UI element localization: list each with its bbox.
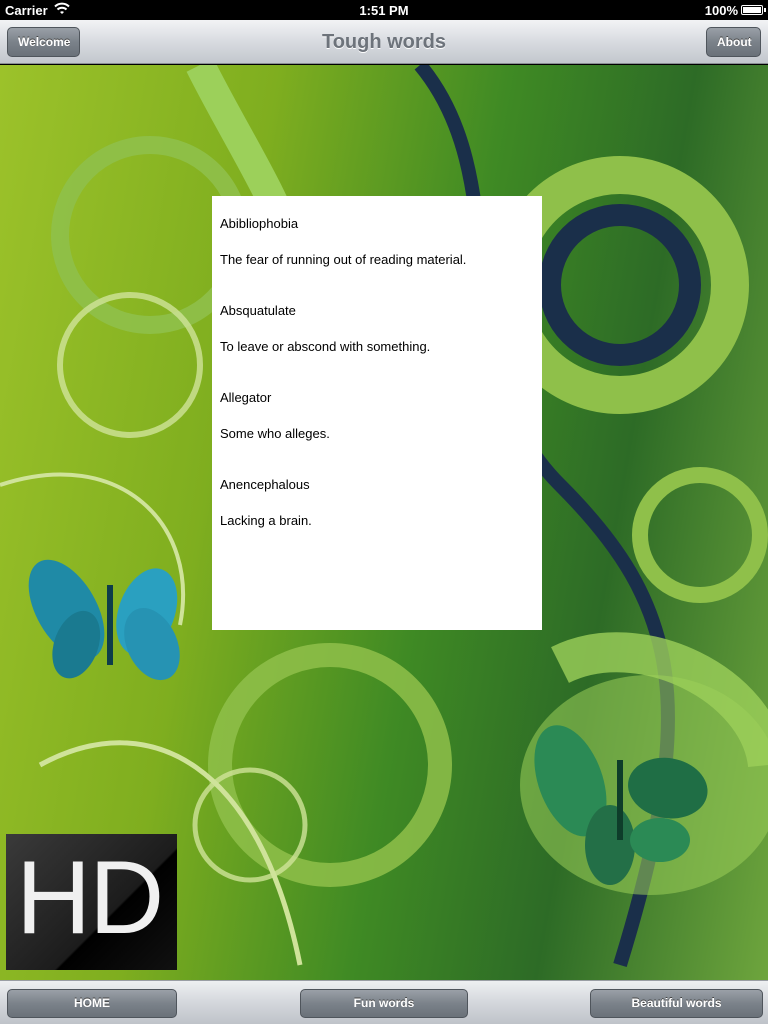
word-term: Anencephalous: [220, 477, 310, 492]
beautiful-words-button[interactable]: Beautiful words: [590, 989, 763, 1018]
word-term: Allegator: [220, 390, 272, 405]
word-definition: Some who alleges.: [220, 426, 330, 441]
word-definition: The fear of running out of reading mater…: [220, 252, 467, 267]
word-term: Absquatulate: [220, 303, 296, 318]
list-item: Allegator Some who alleges.: [220, 390, 534, 441]
list-item: Abibliophobia The fear of running out of…: [220, 216, 534, 267]
hd-logo: HD: [6, 834, 177, 970]
clock: 1:51 PM: [359, 3, 409, 18]
battery-icon: [741, 5, 766, 15]
word-term: Abibliophobia: [220, 216, 299, 231]
status-bar: Carrier 1:51 PM 100%: [0, 0, 768, 20]
page-title: Tough words: [321, 31, 447, 53]
list-item: Anencephalous Lacking a brain.: [220, 477, 534, 528]
word-definition: Lacking a brain.: [220, 513, 312, 528]
welcome-button[interactable]: Welcome: [7, 27, 80, 57]
word-list-card: Abibliophobia The fear of running out of…: [212, 196, 542, 630]
hd-logo-text: HD: [16, 840, 164, 956]
about-button[interactable]: About: [706, 27, 761, 57]
bottom-toolbar: HOME Fun words Beautiful words: [0, 980, 768, 1024]
fun-words-button[interactable]: Fun words: [300, 989, 468, 1018]
list-item: Absquatulate To leave or abscond with so…: [220, 303, 534, 354]
word-definition: To leave or abscond with something.: [220, 339, 431, 354]
navigation-bar: Tough words Welcome About: [0, 20, 768, 64]
home-button[interactable]: HOME: [7, 989, 177, 1018]
battery-percent: 100%: [704, 3, 738, 18]
